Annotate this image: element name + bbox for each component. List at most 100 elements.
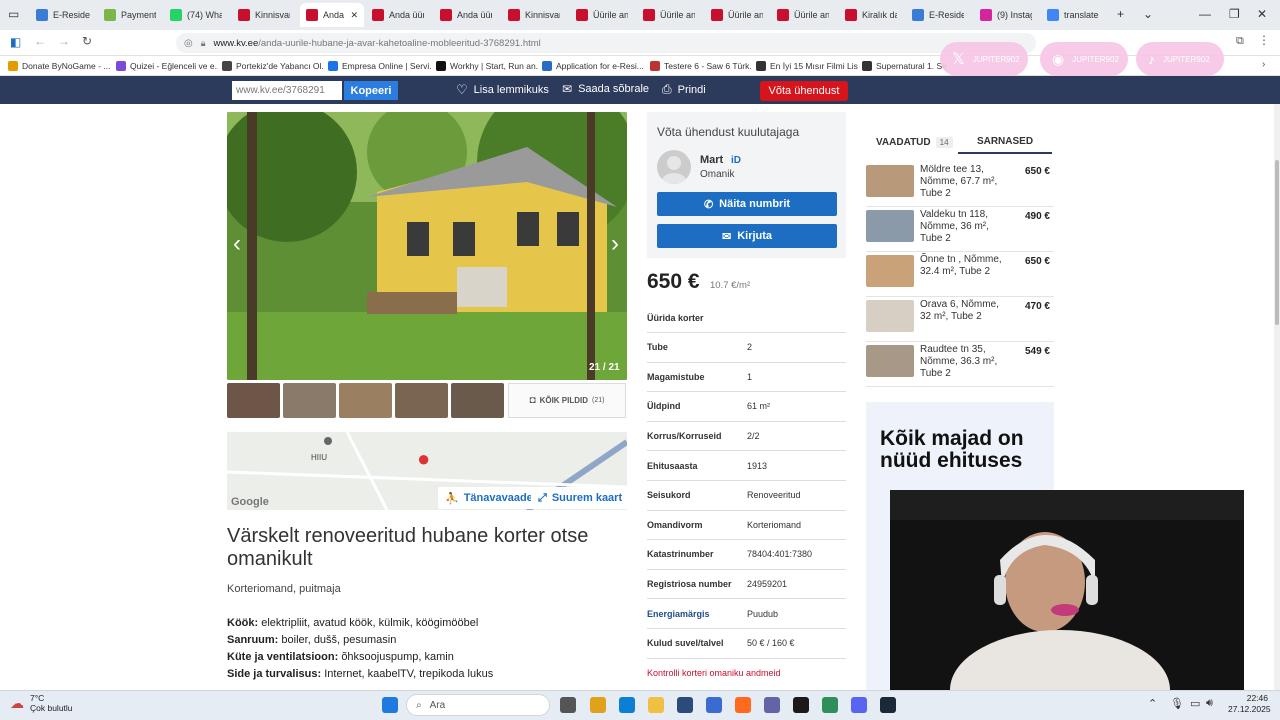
more-bookmarks-icon[interactable]: › — [1262, 59, 1265, 70]
bookmark-item[interactable]: Workhy | Start, Run an... — [436, 59, 538, 73]
photo-thumbnail[interactable] — [395, 383, 448, 418]
print-link[interactable]: ⎙ Prindi — [662, 82, 706, 97]
browser-tab[interactable]: Üürile and — [637, 3, 701, 27]
steam-icon[interactable] — [880, 697, 896, 713]
back-icon[interactable]: ← — [34, 34, 46, 48]
forward-icon[interactable]: → — [58, 34, 70, 48]
tab-list-icon[interactable]: ⌄ — [1143, 7, 1153, 21]
browser-tab[interactable]: Anda üüril — [434, 3, 498, 27]
network-icon[interactable]: ▭ — [1190, 697, 1200, 710]
file-explorer-icon[interactable] — [648, 697, 664, 713]
add-favorite-link[interactable]: ♡ Lisa lemmikuks — [456, 82, 549, 98]
bookmark-item[interactable]: Testere 6 - Saw 6 Türk... — [650, 59, 752, 73]
previous-photo-icon[interactable]: ‹ — [233, 230, 241, 258]
bookmark-item[interactable]: Quizei - Eğlenceli ve e... — [116, 59, 218, 73]
browser-tab[interactable]: Kinnisvara — [232, 3, 296, 27]
similar-listing[interactable]: Õnne tn , Nõmme, 32.4 m², Tube 2 650 € — [866, 252, 1054, 297]
copy-link-button[interactable]: Kopeeri — [344, 81, 398, 100]
write-button[interactable]: ✉ Kirjuta — [657, 224, 837, 248]
menu-icon[interactable]: ⋮ — [1258, 33, 1270, 47]
browser-tab[interactable]: Üürile and — [570, 3, 634, 27]
browser-tab[interactable]: (74) Whats — [164, 3, 228, 27]
bookmark-favicon-icon — [862, 61, 872, 71]
browser-tab[interactable]: Payment — [98, 3, 162, 27]
similar-listing-price: 549 € — [1024, 346, 1050, 357]
tab-actions-icon[interactable]: ▭ — [8, 7, 19, 21]
send-to-friend-link[interactable]: ✉ Saada sõbrale — [562, 82, 649, 96]
photo-thumbnail[interactable] — [283, 383, 336, 418]
bookmark-item[interactable]: Application for e-Resi... — [542, 59, 646, 73]
check-owner-link[interactable]: Kontrolli korteri omaniku andmeid — [647, 668, 781, 678]
main-photo[interactable]: ‹ › 21 / 21 — [227, 112, 627, 380]
scrollbar-thumb[interactable] — [1275, 160, 1279, 325]
browser-tab[interactable]: Anda ül ✕ — [300, 3, 364, 27]
weather-widget[interactable]: ☁ 7°C Çok bulutlu — [10, 693, 73, 713]
bigger-map-button[interactable]: ⤢ Suurem kaart — [531, 487, 630, 509]
all-pictures-button[interactable]: ◘ KÕIK PILDID (21) — [508, 383, 626, 418]
app-icon[interactable] — [793, 697, 809, 713]
volume-icon[interactable]: 🔊︎ — [1206, 697, 1213, 710]
browser-tab[interactable]: Anda üüril — [366, 3, 430, 27]
taskbar-search[interactable]: ⌕ Ara — [406, 694, 550, 716]
app-icon[interactable] — [822, 697, 838, 713]
sidebar-toggle-icon[interactable]: ◧ — [10, 35, 21, 49]
bookmark-item[interactable]: Empresa Online | Servi... — [328, 59, 432, 73]
tracking-icon[interactable]: ◎ — [184, 38, 193, 49]
task-view-icon[interactable] — [560, 697, 576, 713]
browser-tab[interactable]: Üürile and — [705, 3, 769, 27]
property-value: Korteriomand — [747, 519, 802, 530]
house-photo-image — [227, 112, 627, 380]
firefox-icon[interactable] — [735, 697, 751, 713]
copilot-icon[interactable] — [590, 697, 606, 713]
discord-icon[interactable] — [851, 697, 867, 713]
bookmark-item[interactable]: Portekiz'de Yabancı Ol... — [222, 59, 324, 73]
listing-link-field[interactable] — [232, 81, 342, 100]
photo-thumbnail[interactable] — [451, 383, 504, 418]
send-label: Saada sõbrale — [578, 83, 650, 95]
browser-tab[interactable]: E-Resident — [906, 3, 970, 27]
similar-listing[interactable]: Möldre tee 13, Nõmme, 67.7 m², Tube 2 650… — [866, 162, 1054, 207]
tab-favicon-icon — [980, 9, 992, 21]
similar-listing[interactable]: Raudtee tn 35, Nõmme, 36.3 m², Tube 2 549… — [866, 342, 1054, 387]
photo-thumbnail[interactable] — [227, 383, 280, 418]
reload-icon[interactable]: ↻ — [82, 34, 92, 48]
browser-tab[interactable]: Üürile and — [771, 3, 835, 27]
similar-listing[interactable]: Valdeku tn 118, Nõmme, 36 m², Tube 2 490 … — [866, 207, 1054, 252]
browser-tab[interactable]: E-Resident — [30, 3, 96, 27]
property-key[interactable]: Energiamärgis — [647, 609, 747, 619]
tab-similar[interactable]: SARNASED — [958, 130, 1052, 154]
tab-viewed[interactable]: VAADATUD 14 — [876, 130, 953, 154]
browser-tab[interactable]: Kinnisvara — [502, 3, 566, 27]
tray-chevron-icon[interactable]: ⌃ — [1148, 697, 1157, 710]
browser-tab[interactable]: translate — [1041, 3, 1105, 27]
street-view-button[interactable]: ⛹ Tänavavaade — [438, 487, 540, 509]
overlay-handle: JUPITER902 — [1072, 54, 1119, 64]
new-tab-icon[interactable]: + — [1117, 7, 1124, 21]
start-icon[interactable] — [382, 697, 398, 713]
bookmark-favicon-icon — [756, 61, 766, 71]
bookmark-favicon-icon — [8, 61, 18, 71]
property-key: Üldpind — [647, 401, 681, 412]
similar-listing[interactable]: Orava 6, Nõmme, 32 m², Tube 2 470 € — [866, 297, 1054, 342]
bookmark-item[interactable]: Donate ByNoGame - ... — [8, 59, 112, 73]
clock[interactable]: 22:46 27.12.2025 — [1228, 693, 1271, 715]
teams-icon[interactable] — [764, 697, 780, 713]
browser-tab[interactable]: Kiralık daiı — [839, 3, 903, 27]
close-tab-icon[interactable]: ✕ — [350, 10, 358, 21]
bookmark-item[interactable]: En İyi 15 Mısır Filmi Lis... — [756, 59, 858, 73]
next-photo-icon[interactable]: › — [611, 230, 619, 258]
show-number-button[interactable]: ✆ Näita numbrit — [657, 192, 837, 216]
browser-tab[interactable]: (9) Instagr — [974, 3, 1038, 27]
restore-icon[interactable]: ❐ — [1229, 7, 1240, 21]
edge-icon[interactable] — [619, 697, 635, 713]
store-icon[interactable] — [677, 697, 693, 713]
extensions-icon[interactable]: ⧉ — [1236, 35, 1244, 48]
contact-button[interactable]: Võta ühendust — [760, 81, 848, 101]
outlook-icon[interactable] — [706, 697, 722, 713]
url-field[interactable]: ◎ 🔒︎ www.kv.ee/anda-uurile-hubane-ja-ava… — [176, 33, 1036, 53]
minimize-icon[interactable]: — — [1199, 7, 1211, 21]
photo-thumbnail[interactable] — [339, 383, 392, 418]
close-window-icon[interactable]: ✕ — [1257, 7, 1267, 21]
property-key: Registriosa number — [647, 578, 732, 589]
microphone-icon[interactable]: 🎙︎ — [1170, 697, 1184, 710]
